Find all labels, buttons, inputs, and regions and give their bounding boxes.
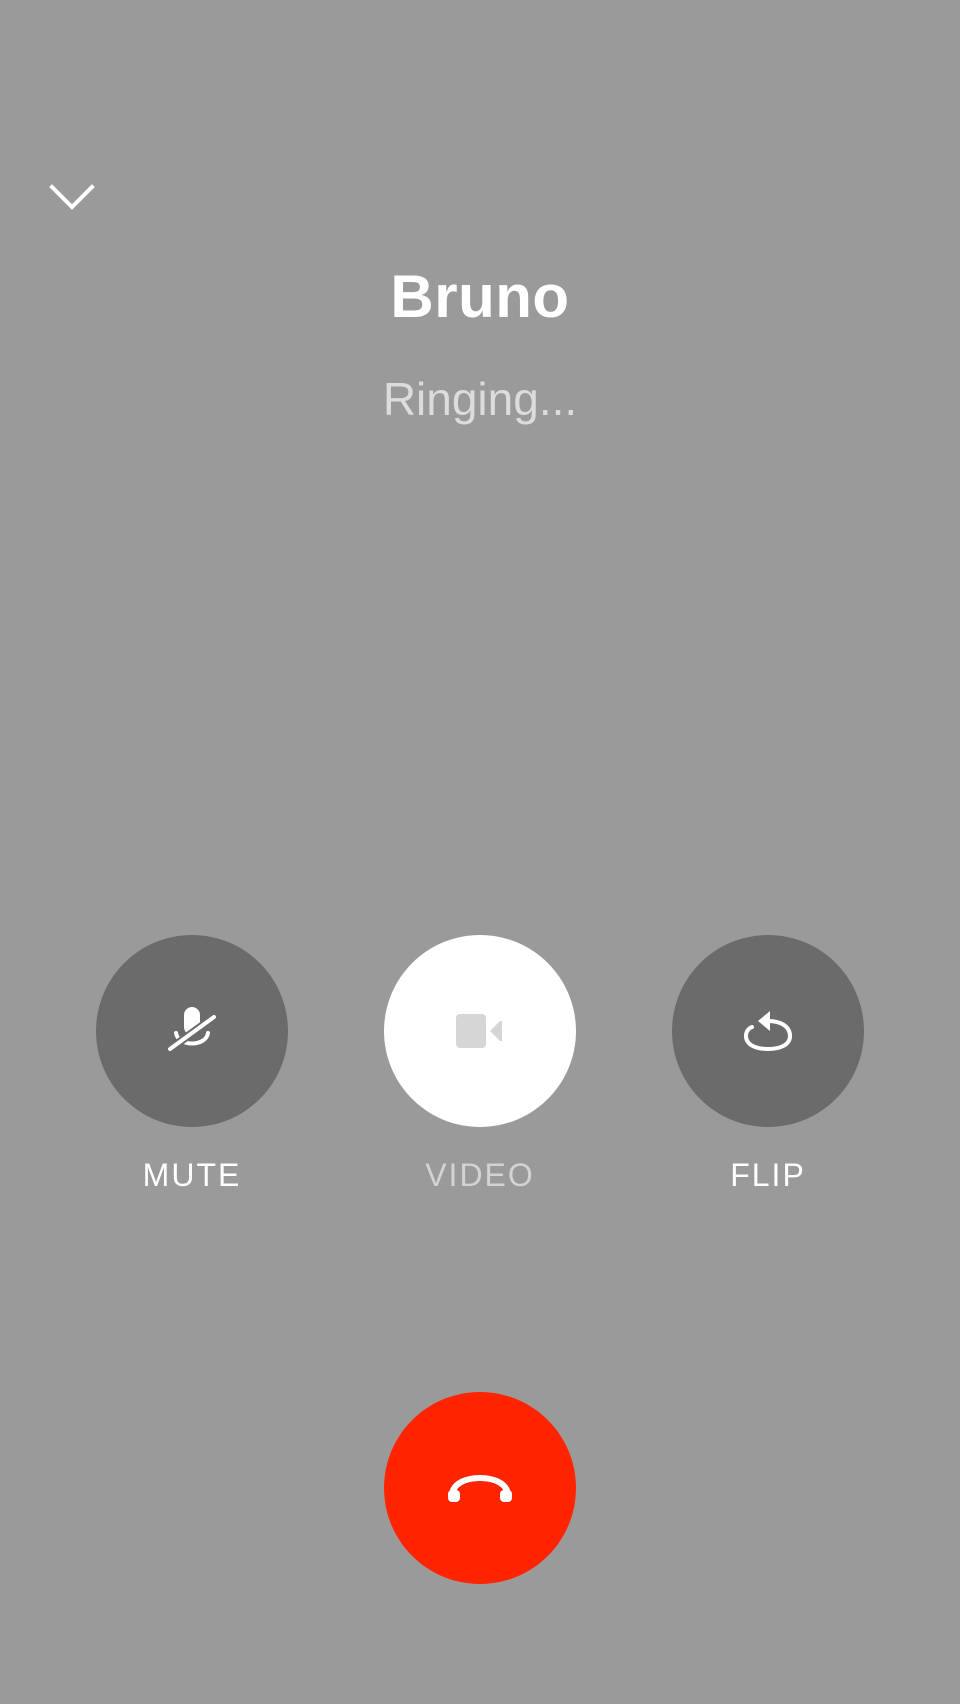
microphone-muted-icon: [166, 1007, 218, 1053]
mute-control: MUTE: [96, 935, 288, 1194]
video-control: VIDEO: [384, 935, 576, 1194]
call-status: Ringing...: [382, 373, 578, 425]
chevron-down-icon: [49, 184, 95, 210]
mute-button[interactable]: [96, 935, 288, 1127]
flip-button[interactable]: [672, 935, 864, 1127]
phone-hangup-icon: [448, 1474, 512, 1502]
video-label: VIDEO: [425, 1157, 535, 1193]
end-call-button[interactable]: [384, 1392, 576, 1584]
collapse-button[interactable]: [44, 174, 100, 222]
flip-label: FLIP: [730, 1157, 806, 1193]
mute-label: MUTE: [142, 1157, 242, 1193]
video-button[interactable]: [384, 935, 576, 1127]
flip-control: FLIP: [672, 935, 864, 1194]
caller-name: Bruno: [390, 263, 570, 330]
camera-flip-icon: [743, 1011, 793, 1052]
video-camera-icon: [456, 1014, 502, 1048]
